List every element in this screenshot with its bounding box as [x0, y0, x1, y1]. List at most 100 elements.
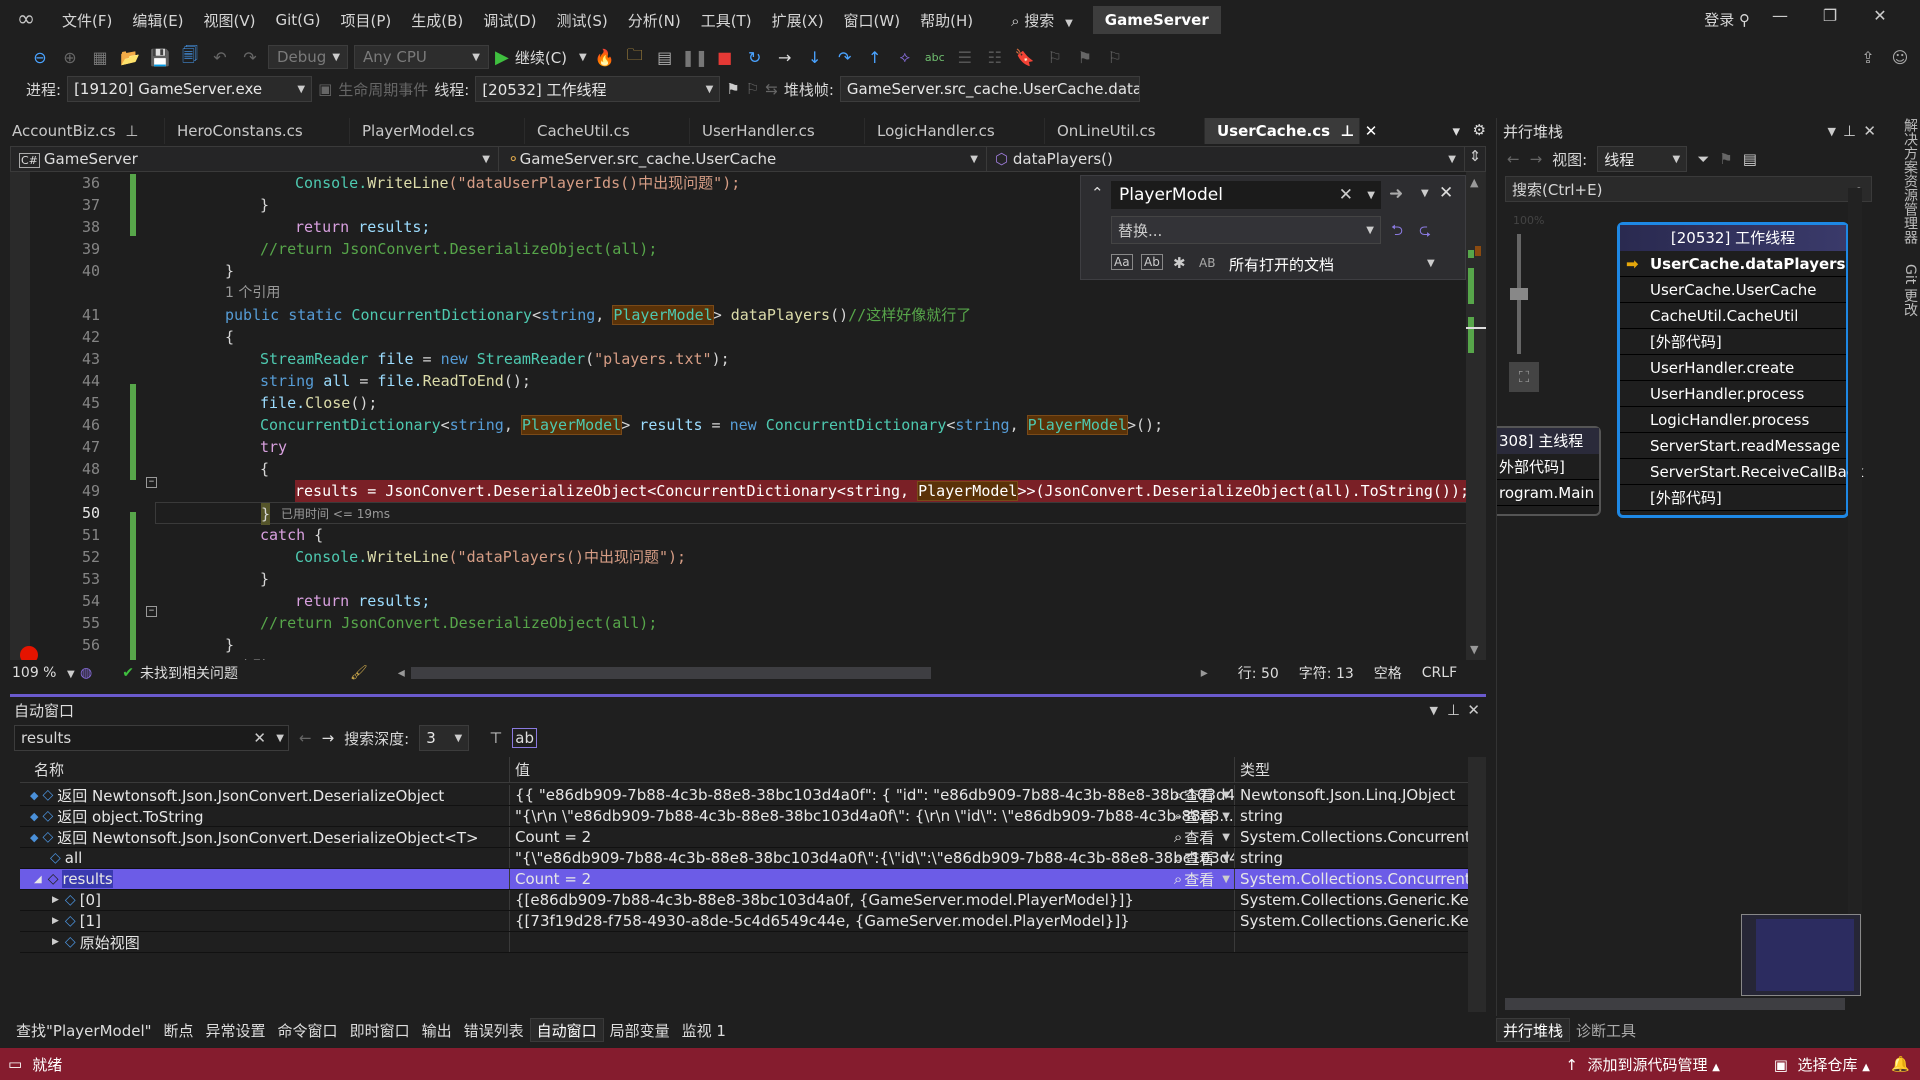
stack-frame[interactable]: LogicHandler.process — [1620, 407, 1846, 433]
stack-frame[interactable]: ServerStart.ReceiveCallBack — [1620, 459, 1864, 485]
tab-git-changes[interactable]: Git 更改 — [1882, 264, 1920, 317]
column-header-value[interactable]: 值 — [510, 757, 1235, 782]
new-project-icon[interactable]: ▦ — [88, 45, 112, 69]
menu-analyze[interactable]: 分析(N) — [618, 10, 691, 31]
process-select[interactable]: [19120] GameServer.exe ▼ — [67, 76, 313, 102]
regex-icon[interactable]: ✱ — [1173, 254, 1186, 272]
step-over-icon[interactable]: ↷ — [833, 45, 857, 69]
uncomment-icon[interactable]: ☷ — [983, 45, 1007, 69]
feedback-icon[interactable]: ☺ — [1888, 45, 1912, 69]
stack-frame[interactable]: UserHandler.process — [1620, 381, 1846, 407]
stack-frame[interactable]: ServerStart.readMessage — [1620, 433, 1846, 459]
pause-icon[interactable]: ❚❚ — [681, 45, 708, 69]
scroll-down-icon[interactable]: ▼ — [1470, 643, 1478, 656]
find-scope-select[interactable]: 所有打开的文档 — [1229, 254, 1334, 275]
replace-all-icon[interactable]: ⮎ — [1419, 220, 1431, 245]
tab-autos[interactable]: 自动窗口 — [529, 1018, 604, 1042]
stack-frame[interactable]: [外部代码] — [1620, 485, 1846, 511]
replace-input[interactable]: 替换... ▼ — [1111, 216, 1381, 244]
stack-frame[interactable]: 外部代码] — [1497, 454, 1599, 480]
match-word-icon[interactable]: Ab — [1141, 254, 1163, 270]
pin-icon[interactable]: ⊥ — [1843, 122, 1856, 140]
search-history-icon[interactable]: ▼ — [1367, 190, 1375, 201]
parallel-stacks-hscroll[interactable] — [1505, 998, 1845, 1010]
cleanup-icon[interactable]: 🖌 — [350, 665, 368, 681]
add-to-source-control-button[interactable]: ↑ 添加到源代码管理 ▲ — [1565, 1054, 1720, 1075]
pin-watch-icon[interactable]: ⊤ — [489, 729, 502, 747]
share-icon[interactable]: ⇪ — [1856, 45, 1880, 69]
view-select[interactable]: 线程 ▼ — [1597, 146, 1688, 172]
toggle-replace-icon[interactable]: ⌃ — [1091, 184, 1104, 202]
navigate-back-icon[interactable]: ⊖ — [28, 45, 52, 69]
select-repository-button[interactable]: ▣ 选择仓库 ▲ — [1774, 1054, 1870, 1075]
copilot-icon[interactable]: ◍ — [80, 665, 92, 681]
view-button[interactable]: ⌕ 查看 ▼ — [1174, 785, 1230, 805]
menu-tools[interactable]: 工具(T) — [691, 10, 762, 31]
view-button[interactable]: ⌕ 查看 ▼ — [1174, 806, 1230, 826]
toggle-method-view-icon[interactable]: ▤ — [1743, 150, 1757, 168]
split-editor-icon[interactable]: ⇕ — [1465, 147, 1485, 171]
parallel-stacks-search[interactable]: 搜索(Ctrl+E)⌕ — [1505, 176, 1872, 202]
codelens-references[interactable]: 1 个引用 — [225, 282, 280, 304]
menu-view[interactable]: 视图(V) — [194, 10, 266, 31]
replace-next-icon[interactable]: ⮌ — [1391, 220, 1403, 245]
scroll-right-icon[interactable]: ▸ — [1201, 665, 1208, 681]
autos-row[interactable]: ▶ ◇ [1] {[73f19d28-f758-4930-a8de-5c4d6549… — [20, 911, 1476, 932]
pin-icon[interactable]: ⊥ — [1447, 701, 1460, 719]
find-options-icon[interactable]: ▼ — [1421, 188, 1429, 199]
tab-playermodel[interactable]: PlayerModel.cs — [350, 118, 525, 144]
preserve-case-icon[interactable]: AB — [1199, 256, 1215, 270]
flag-thread-icon[interactable]: ⚑ — [726, 80, 739, 98]
tab-exception-settings[interactable]: 异常设置 — [200, 1018, 272, 1042]
close-find-icon[interactable]: ✕ — [1439, 183, 1453, 203]
expand-row-icon[interactable]: ▶ — [52, 937, 59, 947]
bookmark-icon[interactable]: 🔖 — [1013, 45, 1037, 69]
stack-frame[interactable]: rogram.Main — [1497, 480, 1599, 506]
autos-row[interactable]: ◆ ◇ 返回 Newtonsoft.Json.JsonConvert.Deseria… — [20, 785, 1476, 806]
issues-status[interactable]: 未找到相关问题 — [140, 663, 330, 683]
find-next-icon[interactable]: ➜ — [1389, 184, 1403, 204]
tab-usercache[interactable]: UserCache.cs ⊥ ✕ — [1205, 118, 1377, 144]
navigate-forward-icon[interactable]: ⊕ — [58, 45, 82, 69]
save-all-icon[interactable]: 🗐 — [178, 45, 202, 69]
tab-find-results[interactable]: 查找"PlayerModel" — [10, 1018, 158, 1042]
line-ending-indicator[interactable]: CRLF — [1422, 665, 1457, 681]
forward-icon[interactable]: → — [1530, 150, 1543, 168]
flag-icon[interactable]: ⚑ — [1719, 150, 1732, 168]
window-position-icon[interactable]: ▼ — [1828, 125, 1836, 138]
stack-frame[interactable]: UserCache.UserCache — [1620, 277, 1846, 303]
menu-edit[interactable]: 编辑(E) — [122, 10, 193, 31]
clear-bookmarks-icon[interactable]: ⚐ — [1103, 45, 1127, 69]
view-button[interactable]: ⌕ 查看 ▼ — [1174, 869, 1230, 889]
tab-watch-1[interactable]: 监视 1 — [676, 1018, 732, 1042]
threads-icon[interactable]: ⟡ — [893, 45, 917, 69]
project-select[interactable]: C# GameServer ▼ — [11, 147, 499, 171]
autos-search-input[interactable]: results ✕ ▼ — [14, 725, 289, 751]
window-layout-icon[interactable]: ▤ — [653, 45, 677, 69]
search-depth-select[interactable]: 3 ▼ — [419, 725, 470, 751]
close-tab-icon[interactable]: ✕ — [1365, 122, 1378, 140]
tab-command-window[interactable]: 命令窗口 — [272, 1018, 344, 1042]
window-position-icon[interactable]: ▼ — [1430, 704, 1438, 717]
zoom-slider-thumb[interactable] — [1510, 288, 1528, 300]
class-select[interactable]: ⚬GameServer.src_cache.UserCache ▼ — [499, 147, 987, 171]
close-window-button[interactable]: ✕ — [1860, 6, 1900, 25]
horizontal-scrollbar[interactable] — [410, 667, 931, 679]
step-into-icon[interactable]: ↓ — [803, 45, 827, 69]
autos-row[interactable]: ◆ ◇ 返回 Newtonsoft.Json.JsonConvert.Deseria… — [20, 827, 1476, 848]
prev-bookmark-icon[interactable]: ⚐ — [1043, 45, 1067, 69]
menu-file[interactable]: 文件(F) — [52, 10, 122, 31]
menu-project[interactable]: 项目(P) — [331, 10, 402, 31]
thread-node-worker[interactable]: [20532] 工作线程 ➡ UserCache.dataPlayers User… — [1617, 222, 1864, 518]
tab-logichandler[interactable]: LogicHandler.cs — [865, 118, 1045, 144]
step-out-icon[interactable]: ↑ — [863, 45, 887, 69]
autos-row[interactable]: ◆ ◇ 返回 object.ToString "{\r\n \"e86db909-7… — [20, 806, 1476, 827]
tab-cacheutil[interactable]: CacheUtil.cs — [525, 118, 690, 144]
scroll-left-icon[interactable]: ◂ — [398, 665, 405, 681]
tab-userhandler[interactable]: UserHandler.cs — [690, 118, 865, 144]
column-header-type[interactable]: 类型 — [1235, 757, 1476, 782]
menu-build[interactable]: 生成(B) — [401, 10, 473, 31]
show-next-statement-icon[interactable]: → — [773, 45, 797, 69]
member-select[interactable]: ⬡ dataPlayers() ▼ — [987, 147, 1465, 171]
menu-test[interactable]: 测试(S) — [547, 10, 618, 31]
